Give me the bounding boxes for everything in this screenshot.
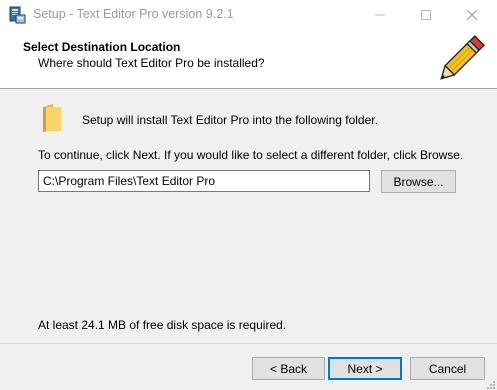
disk-space-requirement: At least 24.1 MB of free disk space is r…: [38, 318, 287, 332]
setup-window: Setup - Text Editor Pro version 9.2.1 Se…: [0, 0, 497, 390]
back-button[interactable]: < Back: [252, 357, 325, 380]
page-title: Select Destination Location: [23, 40, 181, 54]
resize-grip-icon[interactable]: [486, 379, 496, 389]
close-button[interactable]: [449, 0, 495, 30]
close-icon: [467, 10, 477, 20]
folder-icon: [41, 103, 63, 133]
footer-divider: [0, 343, 497, 344]
maximize-button[interactable]: [403, 0, 449, 30]
minimize-icon: [375, 14, 385, 16]
title-bar[interactable]: Setup - Text Editor Pro version 9.2.1: [0, 0, 497, 30]
minimize-button[interactable]: [357, 0, 403, 30]
install-description: Setup will install Text Editor Pro into …: [82, 113, 378, 127]
window-title: Setup - Text Editor Pro version 9.2.1: [33, 7, 234, 21]
setup-app-icon: [8, 6, 26, 24]
destination-path-input[interactable]: [38, 170, 370, 192]
continue-instructions: To continue, click Next. If you would li…: [38, 148, 464, 162]
page-subtitle: Where should Text Editor Pro be installe…: [38, 56, 265, 70]
cancel-button[interactable]: Cancel: [410, 357, 485, 380]
wizard-header: Select Destination Location Where should…: [0, 30, 497, 89]
pencil-icon: [432, 32, 490, 87]
next-button[interactable]: Next >: [328, 357, 402, 380]
browse-button[interactable]: Browse...: [381, 170, 456, 193]
maximize-icon: [421, 10, 431, 20]
